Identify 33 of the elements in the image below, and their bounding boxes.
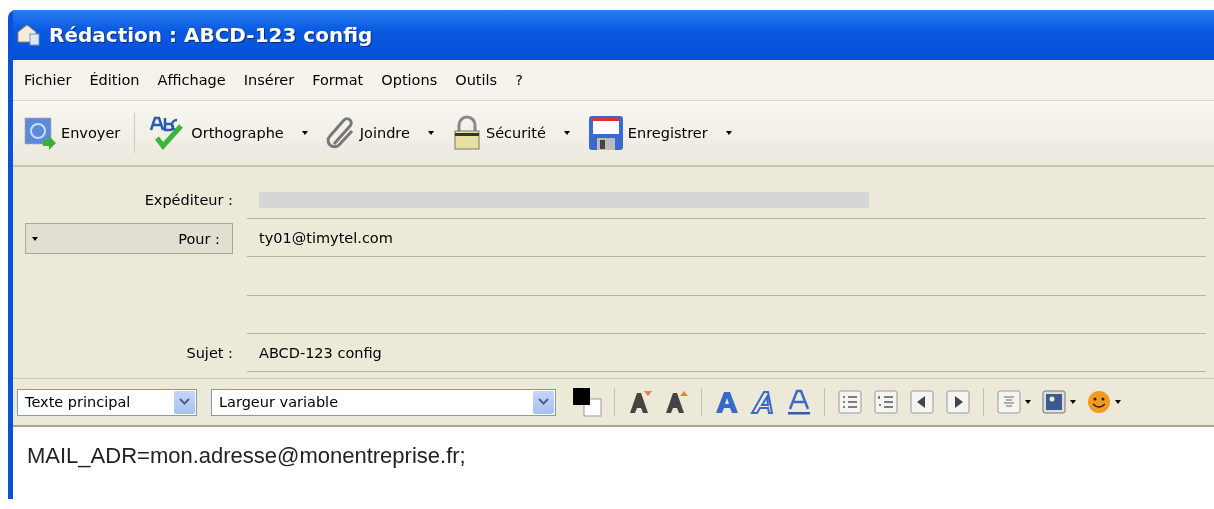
chevron-down-icon: [179, 398, 190, 406]
toolbar-button[interactable]: Orthographe: [143, 112, 314, 154]
field-label: Sujet :: [185, 345, 234, 361]
bullet-list-button[interactable]: [835, 389, 865, 415]
recipient-value[interactable]: ty01@timytel.com: [259, 229, 393, 246]
message-body[interactable]: MAIL_ADR=mon.adresse@monentreprise.fr;: [13, 427, 1214, 499]
paragraph-style-select[interactable]: Texte principal: [17, 388, 197, 416]
indent-button[interactable]: [943, 389, 973, 415]
menu-item[interactable]: Fichier: [17, 70, 79, 90]
menu-item[interactable]: Outils: [448, 70, 505, 90]
toolbar-button[interactable]: Sécurité: [445, 111, 576, 155]
menu-item[interactable]: Format: [305, 70, 371, 90]
toolbar-button[interactable]: Envoyer: [17, 112, 127, 154]
toolbar-button[interactable]: Enregistrer: [581, 111, 738, 155]
field-label: Expéditeur :: [143, 192, 234, 208]
menu-item[interactable]: ?: [508, 70, 530, 90]
body-text: MAIL_ADR=mon.adresse@monentreprise.fr;: [27, 443, 467, 469]
numbered-list-button[interactable]: [871, 389, 901, 415]
paperclip-icon: [325, 116, 356, 150]
menu-item[interactable]: Insérer: [236, 70, 302, 90]
chevron-down-icon: [538, 398, 549, 406]
text-color-button[interactable]: [570, 387, 604, 417]
window-title: Rédaction : ABCD-123 config: [49, 23, 373, 47]
font-select[interactable]: Largeur variable: [211, 388, 556, 416]
subject-value[interactable]: ABCD-123 config: [259, 344, 382, 361]
outdent-button[interactable]: [907, 389, 937, 415]
menu-item[interactable]: Édition: [82, 70, 147, 90]
menu-item[interactable]: Affichage: [150, 70, 233, 90]
padlock-icon: [451, 115, 482, 151]
toolbar-button[interactable]: Joindre: [319, 112, 440, 154]
insert-image-button[interactable]: [1039, 389, 1078, 415]
recipient-type-button[interactable]: Pour :: [25, 223, 233, 254]
menu-item[interactable]: Options: [374, 70, 445, 90]
